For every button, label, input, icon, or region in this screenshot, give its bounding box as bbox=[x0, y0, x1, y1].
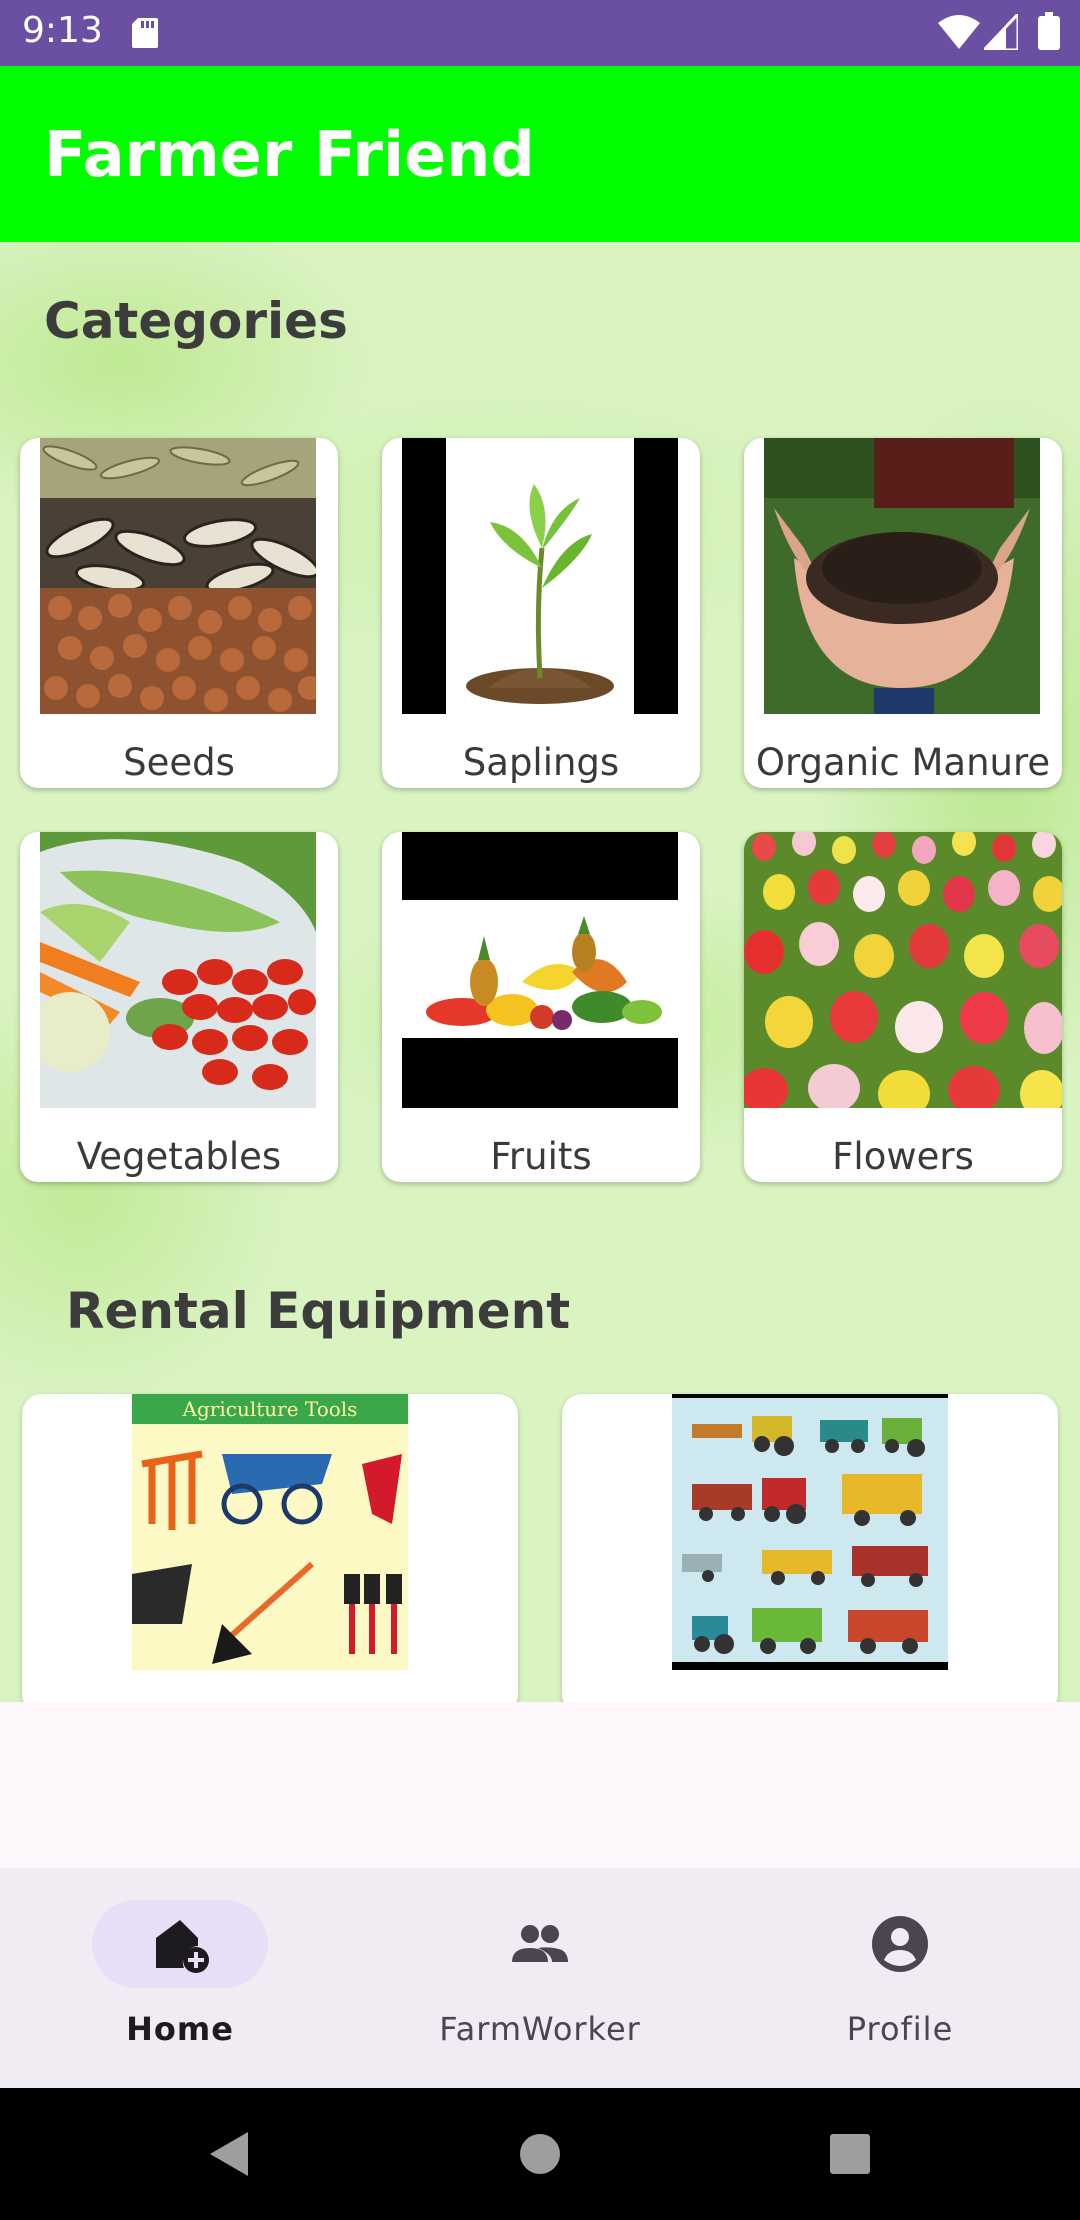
nav-label-home: Home bbox=[126, 2010, 234, 2048]
category-card-saplings[interactable]: Saplings bbox=[382, 438, 700, 788]
home-circle-icon[interactable] bbox=[504, 2118, 576, 2190]
system-navigation-bar bbox=[0, 2088, 1080, 2220]
category-label: Saplings bbox=[462, 741, 620, 784]
rental-equipment-title: Rental Equipment bbox=[66, 1282, 571, 1340]
nav-item-home[interactable]: Home bbox=[0, 1868, 360, 2088]
nav-item-farmworker[interactable]: FarmWorker bbox=[360, 1868, 720, 2088]
categories-title: Categories bbox=[44, 292, 348, 350]
farm-vehicles-image bbox=[672, 1394, 948, 1670]
category-card-vegetables[interactable]: Vegetables bbox=[20, 832, 338, 1182]
home-add-icon bbox=[156, 1920, 209, 1973]
category-card-fruits[interactable]: Fruits bbox=[382, 832, 700, 1182]
app-bar: Farmer Friend bbox=[0, 66, 1080, 242]
cell-signal-icon bbox=[984, 14, 1018, 50]
home-content[interactable]: Categories Seeds Saplings Organic Manure… bbox=[0, 242, 1080, 1702]
category-label: Seeds bbox=[123, 741, 235, 784]
back-icon[interactable] bbox=[196, 2118, 268, 2190]
flowers-image bbox=[744, 832, 1062, 1108]
bottom-navigation: Home FarmWorker Profile bbox=[0, 1868, 1080, 2088]
category-label: Organic Manure bbox=[755, 741, 1051, 784]
status-time: 9:13 bbox=[22, 10, 103, 51]
organic-manure-image bbox=[764, 438, 1040, 714]
category-card-organic-manure[interactable]: Organic Manure bbox=[744, 438, 1062, 788]
wifi-icon bbox=[938, 15, 980, 49]
seeds-image bbox=[40, 438, 316, 714]
status-bar: 9:13 bbox=[0, 0, 1080, 66]
app-title: Farmer Friend bbox=[44, 118, 535, 191]
nav-label-farmworker: FarmWorker bbox=[439, 2010, 641, 2048]
fruits-image bbox=[402, 832, 678, 1108]
battery-icon bbox=[1038, 12, 1060, 50]
rental-card-vehicles[interactable] bbox=[562, 1394, 1058, 1702]
category-card-seeds[interactable]: Seeds bbox=[20, 438, 338, 788]
category-label: Vegetables bbox=[76, 1135, 282, 1178]
recents-icon[interactable] bbox=[814, 2118, 886, 2190]
agriculture-tools-caption: Agriculture Tools bbox=[182, 1397, 358, 1421]
category-card-flowers[interactable]: Flowers bbox=[744, 832, 1062, 1182]
sd-card-icon bbox=[132, 18, 158, 48]
saplings-image bbox=[402, 438, 678, 714]
account-circle-icon bbox=[872, 1916, 928, 1972]
category-label: Fruits bbox=[490, 1135, 592, 1178]
nav-item-profile[interactable]: Profile bbox=[720, 1868, 1080, 2088]
category-label: Flowers bbox=[832, 1135, 974, 1178]
agriculture-tools-image: Agriculture Tools bbox=[132, 1394, 408, 1670]
vegetables-image bbox=[40, 832, 316, 1108]
nav-label-profile: Profile bbox=[846, 2010, 954, 2048]
people-icon bbox=[512, 1925, 568, 1962]
rental-card-agriculture-tools[interactable]: Agriculture Tools bbox=[22, 1394, 518, 1702]
